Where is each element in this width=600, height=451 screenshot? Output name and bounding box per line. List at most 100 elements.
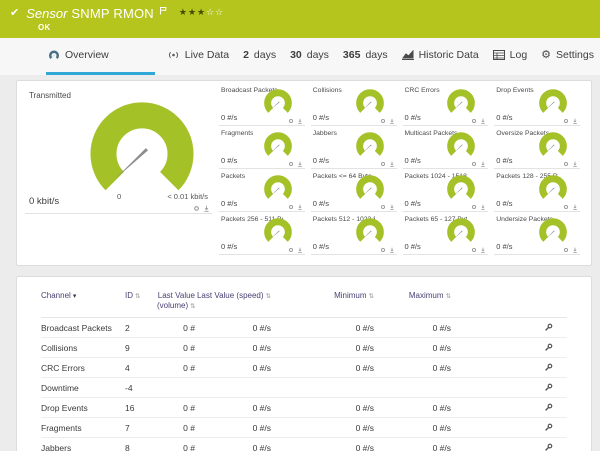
small-gauge-dial	[263, 89, 292, 113]
small-gauge-dial	[355, 132, 384, 156]
sort-icon[interactable]: ⇅	[190, 303, 195, 310]
edit-channel-wrench-icon[interactable]	[544, 443, 553, 451]
table-row[interactable]: Drop Events 16 0 # 0 #/s 0 #/s 0 #/s	[41, 398, 567, 419]
gauge-download-icon[interactable]	[572, 161, 578, 167]
table-row[interactable]: Downtime -4	[41, 378, 567, 399]
sort-icon[interactable]: ⇅	[135, 293, 140, 300]
gauge-download-icon[interactable]	[480, 247, 486, 253]
small-gauge-cell: Multicast Packets 0 #/s	[402, 126, 489, 169]
edit-channel-wrench-icon[interactable]	[544, 423, 553, 432]
gauge-settings-gear-icon[interactable]	[193, 205, 200, 212]
gauge-settings-gear-icon[interactable]	[380, 161, 386, 167]
table-row[interactable]: CRC Errors 4 0 # 0 #/s 0 #/s 0 #/s	[41, 358, 567, 379]
rating-stars-empty[interactable]: ☆☆	[206, 7, 224, 17]
small-gauge-cell: Collisions 0 #/s	[310, 83, 397, 126]
gauge-settings-gear-icon[interactable]	[380, 118, 386, 124]
tab-live-data[interactable]: Live Data	[165, 38, 231, 75]
gauge-download-icon[interactable]	[297, 161, 303, 167]
cell-channel[interactable]: Broadcast Packets	[41, 323, 125, 333]
small-gauge-dial	[447, 89, 476, 113]
tab-365-days-number: 365	[342, 49, 361, 61]
small-gauge-label: Fragments	[221, 130, 254, 137]
small-gauge-value: 0 #/s	[404, 113, 421, 122]
rating-stars-filled[interactable]: ★★★	[179, 7, 206, 17]
table-row[interactable]: Fragments 7 0 # 0 #/s 0 #/s 0 #/s	[41, 418, 567, 439]
small-gauge-value: 0 #/s	[221, 199, 238, 208]
gauge-download-icon[interactable]	[572, 204, 578, 210]
priority-rating[interactable]: ★★★☆☆	[179, 7, 224, 18]
tab-settings[interactable]: ⚙ Settings	[539, 38, 596, 75]
tab-365-days[interactable]: 365 days	[341, 38, 390, 75]
tab-live-data-label: Live Data	[184, 49, 230, 61]
gauges-panel: Transmitted 0 < 0.01 kbit/s 0 kbit/s Bro…	[16, 80, 592, 266]
gauge-settings-gear-icon[interactable]	[380, 204, 386, 210]
gauge-settings-gear-icon[interactable]	[471, 204, 477, 210]
sort-desc-icon[interactable]: ▾	[73, 293, 77, 300]
log-table-icon	[492, 50, 505, 60]
channel-table-body: Broadcast Packets 2 0 # 0 #/s 0 #/s 0 #/…	[41, 318, 567, 451]
cell-minimum: 0 #/s	[355, 342, 374, 353]
tab-historic-data[interactable]: Historic Data	[400, 38, 481, 75]
cell-channel[interactable]: Drop Events	[41, 403, 125, 413]
cell-channel[interactable]: Collisions	[41, 343, 125, 353]
gauge-download-icon[interactable]	[203, 205, 210, 212]
gauge-download-icon[interactable]	[297, 118, 303, 124]
gauge-settings-gear-icon[interactable]	[471, 161, 477, 167]
gauge-download-icon[interactable]	[480, 204, 486, 210]
edit-channel-wrench-icon[interactable]	[544, 343, 553, 352]
gauge-settings-gear-icon[interactable]	[563, 247, 569, 253]
cell-channel[interactable]: CRC Errors	[41, 363, 125, 373]
column-header-last-value-volume[interactable]: Last Value (volume) ⇅	[157, 291, 196, 311]
gauge-settings-gear-icon[interactable]	[563, 118, 569, 124]
column-header-channel[interactable]: Channel ▾	[41, 291, 125, 302]
gauge-download-icon[interactable]	[480, 118, 486, 124]
sort-icon[interactable]: ⇅	[446, 293, 451, 300]
small-gauge-cell: Jabbers 0 #/s	[310, 126, 397, 169]
edit-channel-wrench-icon[interactable]	[544, 403, 553, 412]
small-gauge-value: 0 #/s	[496, 242, 513, 251]
gauge-settings-gear-icon[interactable]	[380, 247, 386, 253]
gauge-settings-gear-icon[interactable]	[288, 204, 294, 210]
small-gauge-cell: Packets 1024 - 1518 B... 0 #/s	[402, 169, 489, 212]
gauge-download-icon[interactable]	[389, 204, 395, 210]
cell-channel[interactable]: Fragments	[41, 423, 125, 433]
cell-channel[interactable]: Jabbers	[41, 443, 125, 451]
table-row[interactable]: Broadcast Packets 2 0 # 0 #/s 0 #/s 0 #/…	[41, 318, 567, 339]
gauge-download-icon[interactable]	[389, 118, 395, 124]
small-gauge-cell: Oversize Packets 0 #/s	[494, 126, 580, 169]
settings-gear-icon: ⚙	[541, 49, 552, 61]
small-gauge-dial	[539, 218, 567, 242]
live-data-broadcast-icon	[168, 51, 178, 59]
gauge-download-icon[interactable]	[389, 161, 395, 167]
gauge-settings-gear-icon[interactable]	[288, 247, 294, 253]
table-row[interactable]: Jabbers 8 0 # 0 #/s 0 #/s 0 #/s	[41, 438, 567, 451]
gauge-download-icon[interactable]	[389, 247, 395, 253]
gauge-settings-gear-icon[interactable]	[471, 247, 477, 253]
column-header-minimum[interactable]: Minimum ⇅	[271, 291, 374, 301]
priority-flag-icon[interactable]	[159, 2, 167, 20]
column-header-last-value-speed[interactable]: Last Value (speed) ⇅	[195, 291, 271, 301]
column-header-id[interactable]: ID ⇅	[125, 291, 157, 301]
tab-log[interactable]: Log	[491, 38, 530, 75]
gauge-settings-gear-icon[interactable]	[471, 118, 477, 124]
gauge-download-icon[interactable]	[572, 118, 578, 124]
column-header-maximum[interactable]: Maximum ⇅	[374, 291, 451, 301]
small-gauge-dial	[355, 218, 384, 242]
gauge-download-icon[interactable]	[297, 247, 303, 253]
gauge-download-icon[interactable]	[572, 247, 578, 253]
gauge-settings-gear-icon[interactable]	[288, 161, 294, 167]
edit-channel-wrench-icon[interactable]	[544, 323, 553, 332]
table-row[interactable]: Collisions 9 0 # 0 #/s 0 #/s 0 #/s	[41, 338, 567, 359]
gauge-download-icon[interactable]	[297, 204, 303, 210]
edit-channel-wrench-icon[interactable]	[544, 383, 553, 392]
tab-overview[interactable]: Overview	[46, 38, 155, 75]
gauge-settings-gear-icon[interactable]	[563, 204, 569, 210]
gauge-download-icon[interactable]	[480, 161, 486, 167]
gauge-settings-gear-icon[interactable]	[288, 118, 294, 124]
cell-channel[interactable]: Downtime	[41, 383, 125, 393]
tab-30-days[interactable]: 30 days	[288, 38, 331, 75]
cell-id: -4	[125, 382, 133, 393]
tab-2-days[interactable]: 2 days	[241, 38, 278, 75]
edit-channel-wrench-icon[interactable]	[544, 363, 553, 372]
gauge-settings-gear-icon[interactable]	[563, 161, 569, 167]
